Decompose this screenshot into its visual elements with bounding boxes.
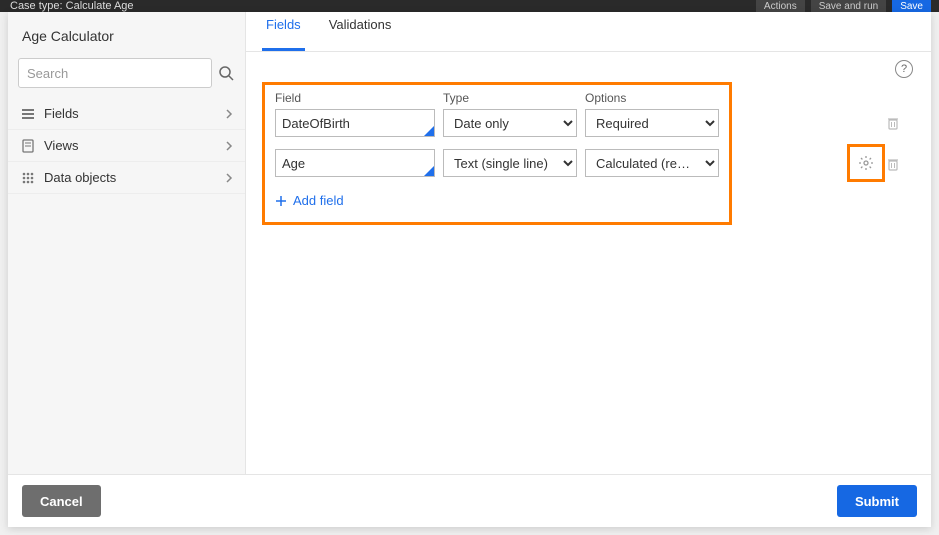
field-name-input[interactable] <box>275 109 435 137</box>
column-headers: Field Type Options <box>275 91 719 105</box>
fields-area: Field Type Options Date only R <box>246 52 931 255</box>
search-input[interactable] <box>18 58 212 88</box>
field-type-select[interactable]: Text (single line) <box>443 149 577 177</box>
gear-icon[interactable] <box>856 153 876 173</box>
search-button[interactable] <box>216 58 235 88</box>
modal-title: Age Calculator <box>8 12 245 58</box>
chevron-right-icon <box>225 108 233 120</box>
col-field-header: Field <box>275 91 435 105</box>
footer: Cancel Submit <box>8 474 931 527</box>
nav-item-dataobjects[interactable]: Data objects <box>8 162 245 194</box>
field-type-select[interactable]: Date only <box>443 109 577 137</box>
field-options-select[interactable]: Calculated (read-only) <box>585 149 719 177</box>
backdrop-bar: Case type: Calculate Age Actions Save an… <box>0 0 939 12</box>
plus-icon <box>275 195 287 207</box>
highlight-fields-box: Field Type Options Date only R <box>262 82 732 225</box>
field-row: Date only Required <box>275 109 719 137</box>
tab-validations[interactable]: Validations <box>325 12 396 51</box>
backdrop-context: Case type: Calculate Age <box>10 0 134 12</box>
submit-button[interactable]: Submit <box>837 485 917 517</box>
add-field-button[interactable]: Add field <box>275 193 344 208</box>
main: Fields Validations ? Field Type Options <box>246 12 931 474</box>
field-name-input[interactable] <box>275 149 435 177</box>
nav-item-label: Fields <box>44 106 225 121</box>
tab-fields[interactable]: Fields <box>262 12 305 51</box>
row-actions <box>883 154 903 174</box>
nav-list: Fields Views <box>8 98 245 194</box>
dataobjects-icon <box>20 171 36 185</box>
chevron-right-icon <box>225 172 233 184</box>
sidebar: Age Calculator Fields <box>8 12 246 474</box>
nav-item-label: Data objects <box>44 170 225 185</box>
add-field-label: Add field <box>293 193 344 208</box>
col-type-header: Type <box>443 91 577 105</box>
tabs: Fields Validations <box>246 12 931 52</box>
delete-icon[interactable] <box>883 154 903 174</box>
backdrop-save: Save <box>892 0 931 12</box>
nav-item-fields[interactable]: Fields <box>8 98 245 130</box>
resize-corner-icon <box>424 126 434 136</box>
field-options-select[interactable]: Required <box>585 109 719 137</box>
nav-item-views[interactable]: Views <box>8 130 245 162</box>
chevron-right-icon <box>225 140 233 152</box>
resize-corner-icon <box>424 166 434 176</box>
cancel-button[interactable]: Cancel <box>22 485 101 517</box>
views-icon <box>20 139 36 153</box>
backdrop-saverun: Save and run <box>811 0 887 12</box>
search-icon <box>218 65 234 81</box>
field-row: Text (single line) Calculated (read-only… <box>275 149 719 177</box>
backdrop-actions: Actions <box>756 0 805 12</box>
fields-icon <box>20 107 36 121</box>
nav-item-label: Views <box>44 138 225 153</box>
col-options-header: Options <box>585 91 719 105</box>
delete-icon[interactable] <box>883 113 903 133</box>
row-actions <box>883 113 903 133</box>
modal: Age Calculator Fields <box>8 12 931 527</box>
highlight-gear-box <box>847 144 885 182</box>
